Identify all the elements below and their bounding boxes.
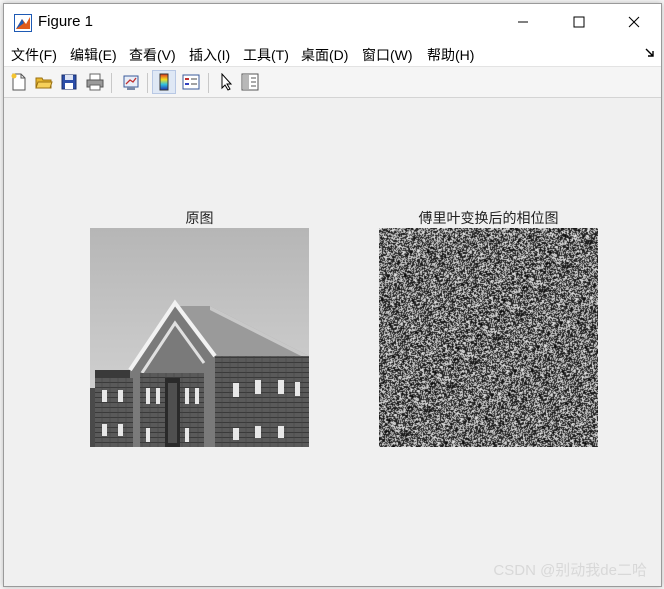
dock-arrow-icon[interactable] [645, 48, 655, 58]
property-editor-icon [241, 73, 259, 91]
link-plot-button[interactable] [119, 70, 143, 94]
menu-edit[interactable]: 编辑(E) [70, 45, 117, 65]
menu-insert[interactable]: 插入(I) [189, 45, 230, 65]
save-button[interactable] [57, 70, 81, 94]
close-button[interactable] [611, 4, 657, 40]
legend-icon [182, 74, 200, 90]
phase-spectrum-image [379, 228, 598, 447]
menu-file[interactable]: 文件(F) [11, 45, 57, 65]
colorbar-button[interactable] [152, 70, 176, 94]
toolbar-separator [111, 73, 112, 93]
toolbar-separator [147, 73, 148, 93]
menu-view[interactable]: 查看(V) [129, 45, 176, 65]
new-figure-button[interactable] [7, 70, 31, 94]
figure-window: Figure 1 文件(F) 编辑(E) 查看(V) 插入(I) 工具(T) 桌… [3, 3, 662, 587]
close-icon [628, 16, 640, 28]
matlab-app-icon [14, 14, 32, 32]
maximize-button[interactable] [556, 4, 602, 40]
save-icon [61, 74, 77, 90]
left-axes-title: 原图 [185, 211, 214, 227]
new-figure-icon [11, 73, 26, 91]
figure-canvas: 原图 傅里叶变换后的相位图 CSDN @别动我de二哈 [4, 98, 661, 586]
menu-help[interactable]: 帮助(H) [427, 45, 474, 65]
pointer-icon [221, 73, 233, 91]
menu-bar: 文件(F) 编辑(E) 查看(V) 插入(I) 工具(T) 桌面(D) 窗口(W… [4, 40, 661, 67]
open-file-button[interactable] [32, 70, 56, 94]
watermark-text: CSDN @别动我de二哈 [493, 562, 647, 579]
legend-button[interactable] [179, 70, 203, 94]
minimize-button[interactable] [500, 4, 546, 40]
open-file-icon [35, 77, 53, 89]
pointer-button[interactable] [214, 70, 238, 94]
print-button[interactable] [83, 70, 107, 94]
right-axes-title: 傅里叶变换后的相位图 [418, 211, 559, 227]
minimize-icon [518, 21, 528, 23]
link-plot-icon [123, 75, 139, 90]
phase-noise-canvas [379, 228, 598, 447]
toolbar-separator [208, 73, 209, 93]
house-photo [90, 228, 309, 447]
title-bar[interactable]: Figure 1 [4, 4, 661, 40]
property-editor-button[interactable] [238, 70, 262, 94]
toolbar [4, 67, 661, 98]
maximize-icon [573, 16, 585, 28]
window-title: Figure 1 [38, 13, 94, 30]
menu-tools[interactable]: 工具(T) [243, 45, 289, 65]
menu-window[interactable]: 窗口(W) [362, 45, 413, 65]
menu-desktop[interactable]: 桌面(D) [301, 45, 348, 65]
colorbar-icon [159, 73, 169, 91]
print-icon [86, 73, 104, 91]
original-image [90, 228, 309, 447]
